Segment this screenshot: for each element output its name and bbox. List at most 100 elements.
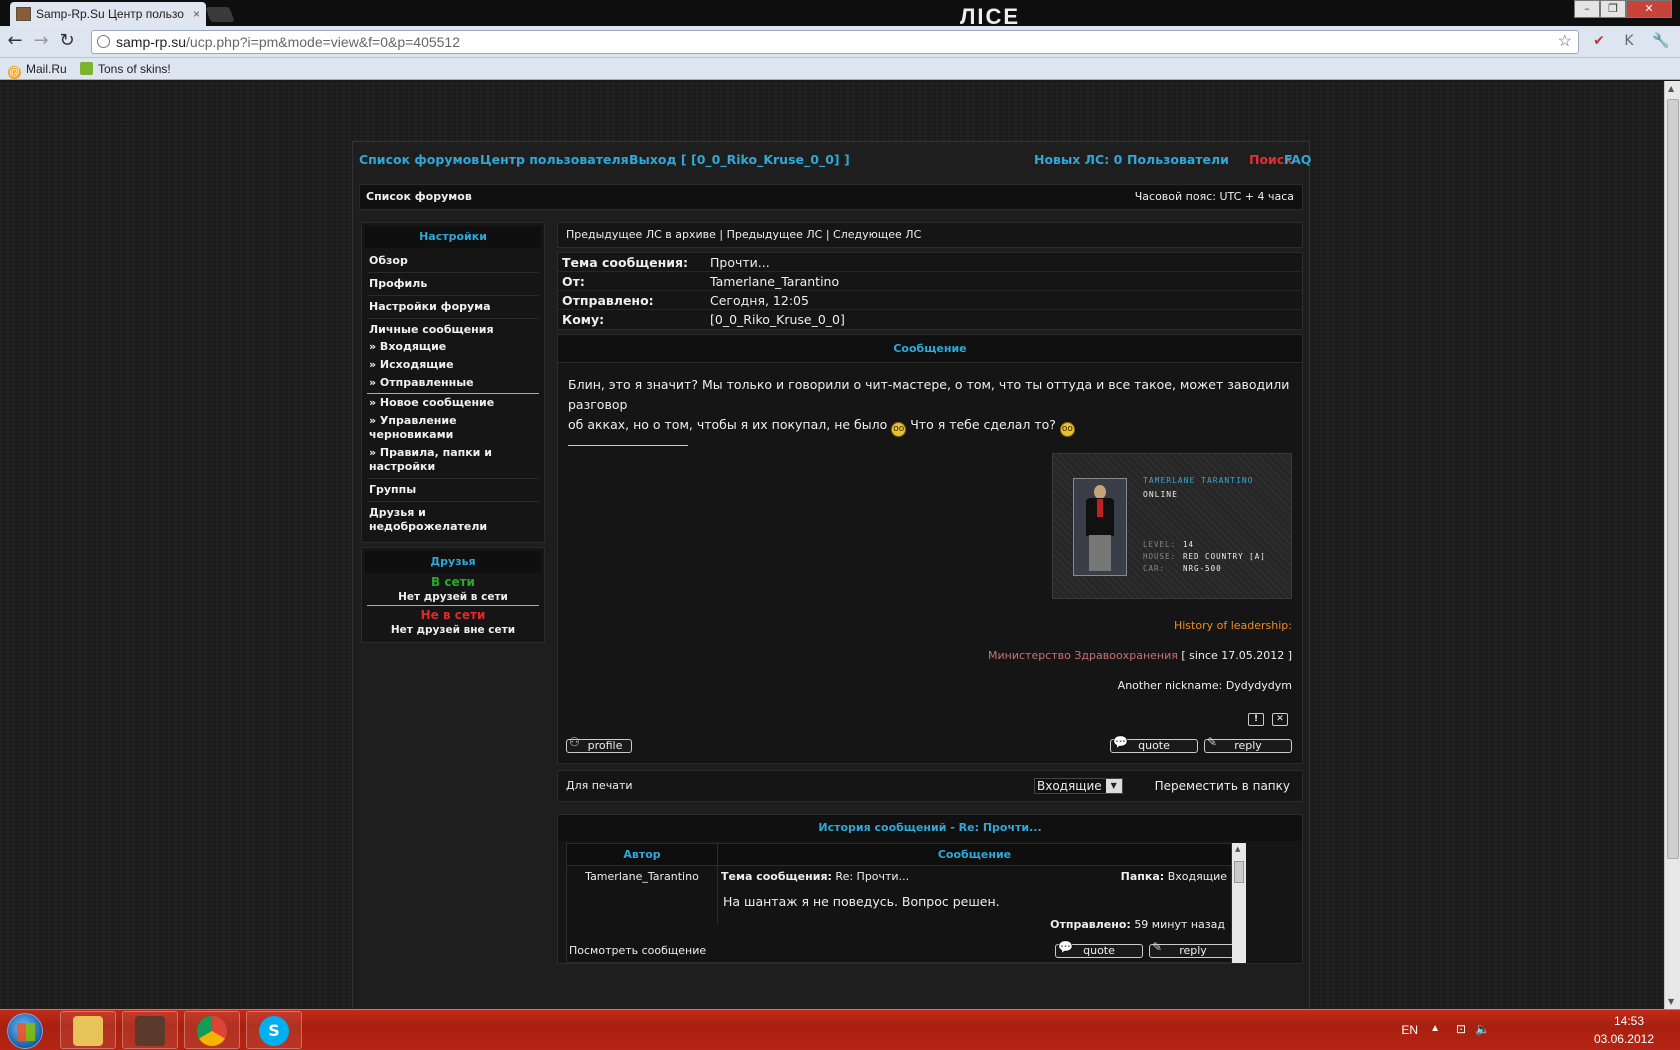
taskbar-explorer[interactable] bbox=[60, 1011, 116, 1049]
link-forum-list[interactable]: Список форумов bbox=[359, 152, 479, 167]
network-icon[interactable]: ⊡ bbox=[1456, 1022, 1466, 1036]
report-icon[interactable]: ! bbox=[1248, 713, 1264, 726]
to-value[interactable]: [0_0_Riko_Kruse_0_0] bbox=[710, 310, 845, 329]
reply-button[interactable]: ✎ reply bbox=[1204, 735, 1292, 753]
message-line-2b: Что я тебе сделал то? bbox=[910, 417, 1056, 432]
sidebar-item-profile[interactable]: Профиль bbox=[367, 273, 539, 296]
clock-date[interactable]: 03.06.2012 bbox=[1594, 1032, 1654, 1046]
new-tab-button[interactable] bbox=[205, 7, 235, 22]
print-bar: Для печати Входящие ▼ Переместить в папку bbox=[557, 770, 1303, 802]
note-icon: ✎ bbox=[1152, 940, 1163, 954]
show-hidden-icons-icon[interactable]: ▲ bbox=[1430, 1023, 1440, 1034]
kaspersky-extension-icon[interactable]: ✔ bbox=[1590, 32, 1608, 50]
url-path: /ucp.php?i=pm&mode=view&f=0&p=405512 bbox=[186, 34, 461, 50]
skype-icon: S bbox=[259, 1016, 289, 1046]
scroll-thumb[interactable] bbox=[1234, 861, 1244, 883]
quote-button-label: quote bbox=[1138, 739, 1170, 752]
language-indicator[interactable]: EN bbox=[1401, 1023, 1418, 1037]
taskbar-chrome[interactable] bbox=[184, 1011, 240, 1049]
history-table[interactable]: Автор Сообщение Tamerlane_Tarantino Тема… bbox=[566, 843, 1237, 963]
message-history: История сообщений - Re: Прочти... Автор … bbox=[557, 814, 1303, 964]
history-reply-button[interactable]: ✎ reply bbox=[1149, 940, 1237, 958]
clock-time[interactable]: 14:53 bbox=[1614, 1014, 1644, 1028]
windows-logo-icon bbox=[7, 1012, 43, 1049]
address-bar[interactable]: samp-rp.su/ucp.php?i=pm&mode=view&f=0&p=… bbox=[91, 30, 1579, 54]
quote-button[interactable]: 💬 quote bbox=[1110, 736, 1198, 753]
scroll-thumb[interactable] bbox=[1667, 99, 1679, 859]
bookmark-tons-of-skins[interactable]: Tons of skins! bbox=[80, 61, 171, 77]
message-header: Сообщение bbox=[558, 335, 1302, 363]
pm-navigation[interactable]: Предыдущее ЛС в архиве | Предыдущее ЛС |… bbox=[557, 222, 1303, 248]
reload-icon[interactable]: ↻ bbox=[56, 30, 78, 52]
link-users[interactable]: Пользователи bbox=[1127, 152, 1229, 167]
folder-select-value: Входящие bbox=[1037, 779, 1102, 793]
bookmark-mailru[interactable]: @ Mail.Ru bbox=[8, 61, 67, 79]
from-value[interactable]: Tamerlane_Tarantino bbox=[710, 272, 839, 291]
move-to-folder-button[interactable]: Переместить в папку bbox=[1155, 771, 1290, 801]
scroll-up-icon[interactable]: ▲ bbox=[1668, 84, 1674, 93]
pm-sent[interactable]: » Отправленные bbox=[367, 374, 539, 394]
taskbar-skype[interactable]: S bbox=[246, 1011, 302, 1049]
sidebar-item-forum-settings[interactable]: Настройки форума bbox=[367, 296, 539, 319]
sidebar-item-friends-foes[interactable]: Друзья и недоброжелатели bbox=[367, 502, 539, 538]
pm-inbox[interactable]: » Входящие bbox=[367, 338, 539, 356]
message-line-1: Блин, это я значит? Мы только и говорили… bbox=[568, 377, 1290, 412]
close-window-icon[interactable]: ✕ bbox=[1626, 0, 1672, 18]
tab-title: Samp-Rp.Su Центр пользо bbox=[36, 7, 184, 21]
back-arrow-icon[interactable]: ← bbox=[4, 30, 26, 52]
breadcrumb[interactable]: Список форумов bbox=[366, 185, 472, 209]
tab-close-icon[interactable]: × bbox=[193, 2, 200, 26]
scroll-up-icon[interactable]: ▲ bbox=[1235, 845, 1240, 853]
sidebar-item-private-messages[interactable]: Личные сообщения bbox=[367, 319, 539, 338]
taskbar-game[interactable] bbox=[122, 1011, 178, 1049]
pm-drafts[interactable]: » Управление черновиками bbox=[367, 412, 539, 444]
scroll-down-icon[interactable]: ▼ bbox=[1668, 997, 1674, 1006]
sidebar-item-overview[interactable]: Обзор bbox=[367, 250, 539, 273]
delete-icon[interactable]: ✕ bbox=[1272, 713, 1288, 726]
folder-select[interactable]: Входящие ▼ bbox=[1034, 778, 1123, 794]
start-button[interactable] bbox=[2, 1010, 48, 1050]
profile-button[interactable]: ⚇ profile bbox=[566, 735, 632, 753]
restore-window-icon[interactable]: ❐ bbox=[1600, 0, 1626, 18]
page-info-icon[interactable] bbox=[97, 35, 110, 48]
reply-button-label: reply bbox=[1179, 944, 1207, 957]
volume-icon[interactable]: 🔈 bbox=[1475, 1022, 1490, 1036]
k-extension-icon[interactable]: K bbox=[1620, 32, 1638, 50]
history-title: История сообщений - Re: Прочти... bbox=[558, 815, 1302, 841]
view-message-link[interactable]: Посмотреть сообщение bbox=[569, 944, 706, 957]
link-user-center[interactable]: Центр пользователя bbox=[480, 152, 629, 167]
from-label: От: bbox=[562, 274, 585, 289]
print-link[interactable]: Для печати bbox=[566, 771, 633, 801]
history-of-leadership: History of leadership: bbox=[1173, 619, 1292, 632]
history-author[interactable]: Tamerlane_Tarantino bbox=[567, 870, 717, 883]
sidebar-item-groups[interactable]: Группы bbox=[367, 479, 539, 502]
pm-rules-folders[interactable]: » Правила, папки и настройки bbox=[367, 444, 539, 479]
ministry-line: Министерство Здравоохранения [ since 17.… bbox=[988, 649, 1292, 662]
browser-tab[interactable]: Samp-Rp.Su Центр пользо × bbox=[10, 2, 206, 26]
minimize-window-icon[interactable]: – bbox=[1574, 0, 1600, 18]
bookmark-star-icon[interactable]: ☆ bbox=[1558, 31, 1572, 53]
history-quote-button[interactable]: 💬 quote bbox=[1055, 941, 1143, 958]
friends-title: Друзья bbox=[365, 551, 541, 573]
bookmark-label: Mail.Ru bbox=[26, 62, 67, 76]
note-icon: ✎ bbox=[1207, 735, 1218, 749]
link-new-pm[interactable]: Новых ЛС: 0 bbox=[1034, 152, 1122, 167]
link-faq[interactable]: FAQ bbox=[1284, 152, 1311, 167]
forum-top-nav: Список форумов Центр пользователя Выход … bbox=[359, 152, 1311, 172]
pm-outbox[interactable]: » Исходящие bbox=[367, 356, 539, 374]
sent-value: Сегодня, 12:05 bbox=[710, 293, 809, 308]
browser-title-bar: Samp-Rp.Su Центр пользо × ЛICE – ❐ ✕ bbox=[0, 0, 1680, 29]
link-logout[interactable]: Выход [ [0_0_Riko_Kruse_0_0] ] bbox=[629, 152, 850, 167]
reply-button-label: reply bbox=[1234, 739, 1262, 752]
level-label: Level: bbox=[1143, 540, 1177, 549]
history-scrollbar[interactable]: ▲ bbox=[1232, 843, 1246, 963]
col-message: Сообщение bbox=[718, 844, 1231, 866]
folder-icon bbox=[73, 1016, 103, 1046]
wrench-menu-icon[interactable]: 🔧 bbox=[1652, 32, 1670, 50]
car-label: Car: bbox=[1143, 564, 1166, 573]
profile-button-label: profile bbox=[587, 739, 623, 752]
person-icon: ⚇ bbox=[569, 735, 580, 749]
forward-arrow-icon[interactable]: → bbox=[30, 30, 52, 52]
page-scrollbar[interactable]: ▲ ▼ bbox=[1664, 81, 1680, 1009]
pm-new-message[interactable]: » Новое сообщение bbox=[367, 394, 539, 412]
